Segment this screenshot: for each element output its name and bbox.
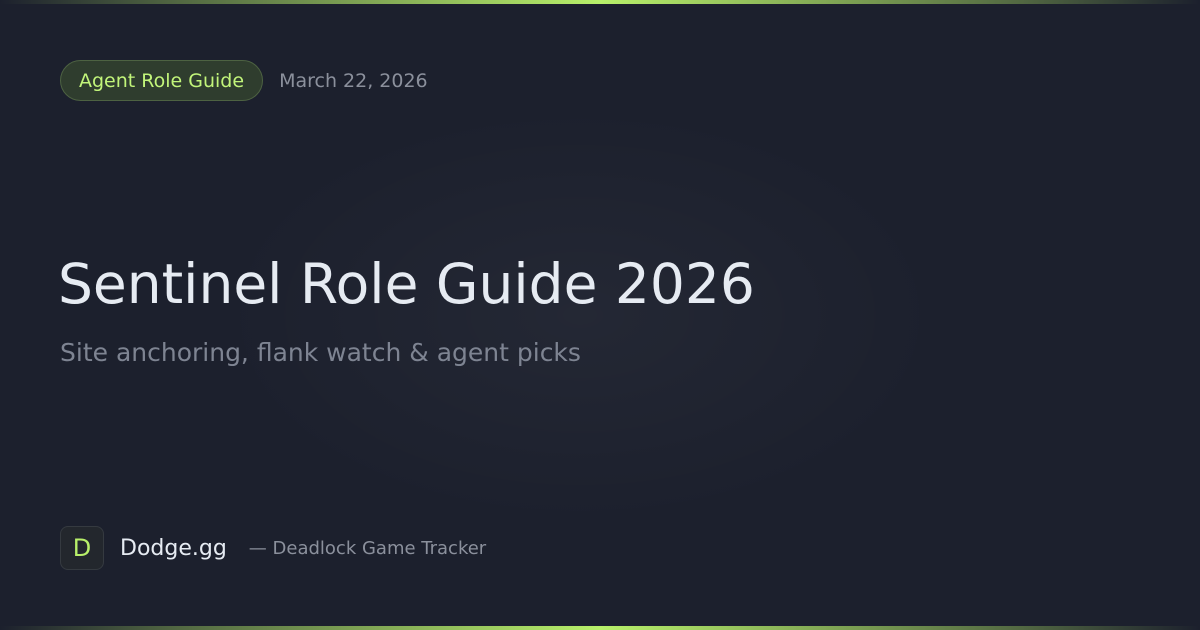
category-badge[interactable]: Agent Role Guide (60, 60, 264, 101)
brand-footer: D Dodge.gg — Deadlock Game Tracker (60, 526, 486, 570)
bottom-accent-bar (0, 626, 1200, 630)
top-accent-bar (0, 0, 1200, 4)
page-title: Sentinel Role Guide 2026 (58, 252, 755, 316)
meta-row: Agent Role Guide March 22, 2026 (60, 60, 428, 101)
publish-date: March 22, 2026 (279, 69, 428, 92)
page-subtitle: Site anchoring, flank watch & agent pick… (60, 338, 581, 367)
brand-logo: D (60, 526, 104, 570)
brand-name: Dodge.gg (120, 535, 227, 561)
brand-tagline: — Deadlock Game Tracker (248, 537, 487, 559)
